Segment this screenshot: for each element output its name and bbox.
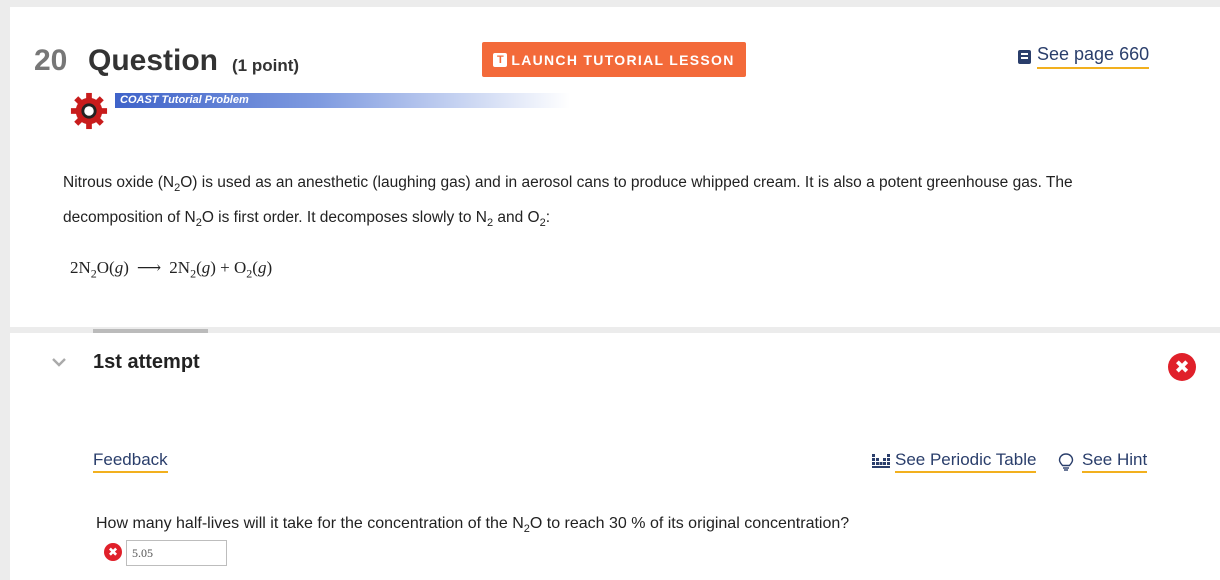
question-heading: Question xyxy=(88,44,219,77)
tutorial-icon: T xyxy=(493,52,508,67)
problem-statement: Nitrous oxide (N2O) is used as an anesth… xyxy=(63,174,1073,230)
see-hint-link[interactable]: See Hint xyxy=(1058,450,1148,473)
see-page-label: See page 660 xyxy=(1037,44,1150,69)
close-icon[interactable]: ✖ xyxy=(1168,353,1196,381)
reaction-arrow: ⟶ xyxy=(136,258,162,277)
ebook-icon xyxy=(1018,49,1031,64)
launch-tutorial-button[interactable]: T LAUNCH TUTORIAL LESSON xyxy=(482,42,746,77)
chemical-equation: 2N2O(g) ⟶ 2N2(g) + O2(g) xyxy=(70,258,273,281)
answer-input[interactable] xyxy=(126,540,227,566)
gear-icon xyxy=(70,92,108,130)
periodic-table-icon xyxy=(872,453,890,468)
lightbulb-icon xyxy=(1058,452,1074,471)
feedback-link[interactable]: Feedback xyxy=(93,450,168,473)
see-periodic-table-label: See Periodic Table xyxy=(895,450,1037,473)
see-periodic-table-link[interactable]: See Periodic Table xyxy=(872,450,1037,473)
question-prompt: How many half-lives will it take for the… xyxy=(96,515,850,536)
launch-tutorial-label: LAUNCH TUTORIAL LESSON xyxy=(511,51,735,68)
attempt-title: 1st attempt xyxy=(93,351,200,373)
attempt-tab-indicator xyxy=(93,329,208,333)
coast-tutorial-banner: COAST Tutorial Problem xyxy=(115,93,570,108)
question-number: 20 xyxy=(34,44,68,77)
see-hint-label: See Hint xyxy=(1082,450,1148,473)
incorrect-icon: ✖ xyxy=(104,543,122,561)
see-page-link[interactable]: See page 660 xyxy=(1018,44,1150,69)
chevron-down-icon[interactable] xyxy=(52,357,66,367)
question-points: (1 point) xyxy=(232,56,300,75)
